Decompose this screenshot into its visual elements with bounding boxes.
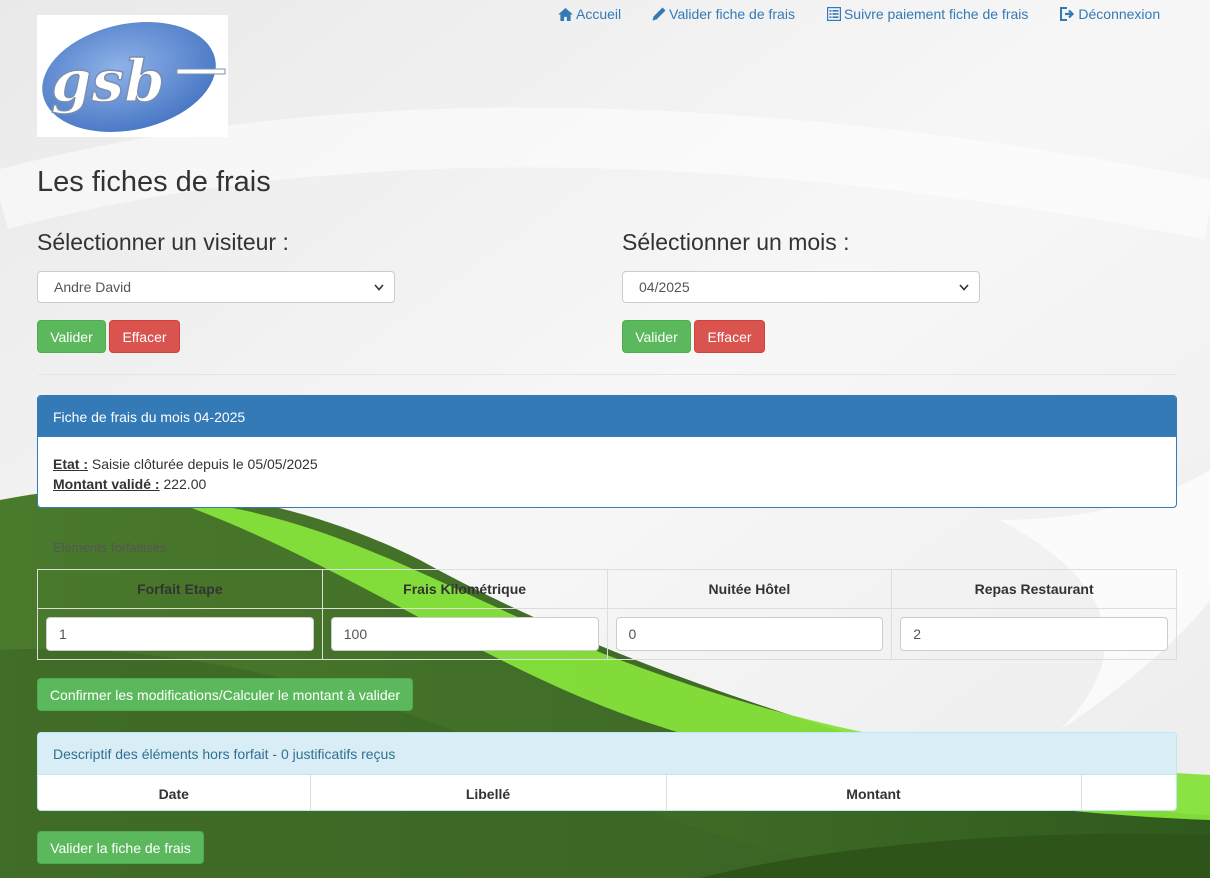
hors-forfait-panel: Descriptif des éléments hors forfait - 0… xyxy=(37,732,1177,811)
etat-value: Saisie clôturée depuis le 05/05/2025 xyxy=(91,456,318,472)
forfait-nuitee-input[interactable] xyxy=(615,617,884,651)
nav-follow[interactable]: Suivre paiement fiche de frais xyxy=(826,6,1029,22)
visitor-select-label: Sélectionner un visiteur : xyxy=(37,229,289,255)
forfait-etape-input[interactable] xyxy=(46,617,314,651)
logo-text: gsb xyxy=(51,47,165,115)
hors-forfait-header-montant: Montant xyxy=(665,775,1081,810)
etat-line: Etat : Saisie clôturée depuis le 05/05/2… xyxy=(53,454,1161,474)
forfait-header-repas: Repas Restaurant xyxy=(891,569,1177,609)
fiche-panel-body: Etat : Saisie clôturée depuis le 05/05/2… xyxy=(38,437,1176,494)
visitor-validate-button[interactable]: Valider xyxy=(37,320,106,353)
page-title: Les fiches de frais xyxy=(37,166,271,198)
forfait-cell-nuitee xyxy=(606,608,893,660)
visitor-clear-button[interactable]: Effacer xyxy=(109,320,180,353)
month-clear-button[interactable]: Effacer xyxy=(694,320,765,353)
forfait-header-km: Frais Kilométrique xyxy=(321,569,608,609)
forfait-km-input[interactable] xyxy=(330,617,599,651)
forfait-cell-km xyxy=(321,608,608,660)
divider xyxy=(37,374,1176,375)
nav-home-label: Accueil xyxy=(576,6,622,22)
hors-forfait-table: Date Libellé Montant xyxy=(38,775,1176,810)
hors-forfait-header-libelle: Libellé xyxy=(309,775,666,810)
forfait-repas-input[interactable] xyxy=(900,617,1168,651)
montant-label: Montant validé : xyxy=(53,476,160,492)
forfait-cell-etape xyxy=(37,608,323,660)
forfait-value-row xyxy=(37,608,1177,660)
validate-fiche-button[interactable]: Valider la fiche de frais xyxy=(37,831,204,864)
month-validate-button[interactable]: Valider xyxy=(622,320,691,353)
forfait-table: Forfait Etape Frais Kilométrique Nuitée … xyxy=(37,569,1177,660)
logout-icon xyxy=(1060,7,1075,21)
forfait-header-nuitee: Nuitée Hôtel xyxy=(606,569,893,609)
forfait-caption: Eléments forfaitisés xyxy=(53,540,167,555)
forfait-header-etape: Forfait Etape xyxy=(37,569,323,609)
nav-home[interactable]: Accueil xyxy=(558,6,621,22)
month-select-label: Sélectionner un mois : xyxy=(622,229,850,255)
forfait-cell-repas xyxy=(891,608,1177,660)
forfait-header-row: Forfait Etape Frais Kilométrique Nuitée … xyxy=(37,569,1177,609)
fiche-panel: Fiche de frais du mois 04-2025 Etat : Sa… xyxy=(37,395,1177,508)
visitor-select[interactable]: Andre David xyxy=(37,271,395,303)
list-alt-icon xyxy=(826,7,841,21)
visitor-select-value: Andre David xyxy=(54,279,132,295)
montant-value: 222.00 xyxy=(163,476,207,492)
nav-logout[interactable]: Déconnexion xyxy=(1060,6,1160,22)
hors-forfait-heading: Descriptif des éléments hors forfait - 0… xyxy=(38,733,1176,775)
hors-forfait-header-date: Date xyxy=(158,786,189,802)
nav-logout-label: Déconnexion xyxy=(1078,6,1161,22)
nav-follow-label: Suivre paiement fiche de frais xyxy=(843,6,1029,22)
nav-validate-label: Valider fiche de frais xyxy=(669,6,795,22)
month-select-value: 04/2025 xyxy=(639,279,690,295)
nav-validate[interactable]: Valider fiche de frais xyxy=(652,6,795,22)
chevron-down-icon xyxy=(374,283,384,291)
month-select[interactable]: 04/2025 xyxy=(622,271,980,303)
etat-label: Etat : xyxy=(53,456,88,472)
hors-forfait-header-row: Date Libellé Montant xyxy=(38,775,1176,810)
chevron-down-icon xyxy=(959,283,969,291)
hors-forfait-header-actions xyxy=(1080,775,1176,810)
fiche-panel-heading: Fiche de frais du mois 04-2025 xyxy=(38,396,1176,437)
pencil-icon xyxy=(652,7,666,21)
montant-line: Montant validé : 222.00 xyxy=(53,474,1161,494)
gsb-logo[interactable]: gsb xyxy=(37,15,228,137)
top-nav: Accueil Valider fiche de frais Suivre pa… xyxy=(558,6,1160,22)
confirm-calculate-button[interactable]: Confirmer les modifications/Calculer le … xyxy=(37,678,413,711)
home-icon xyxy=(558,7,573,21)
page: gsb Accueil Valider fiche de frais Suivr… xyxy=(0,0,1210,878)
